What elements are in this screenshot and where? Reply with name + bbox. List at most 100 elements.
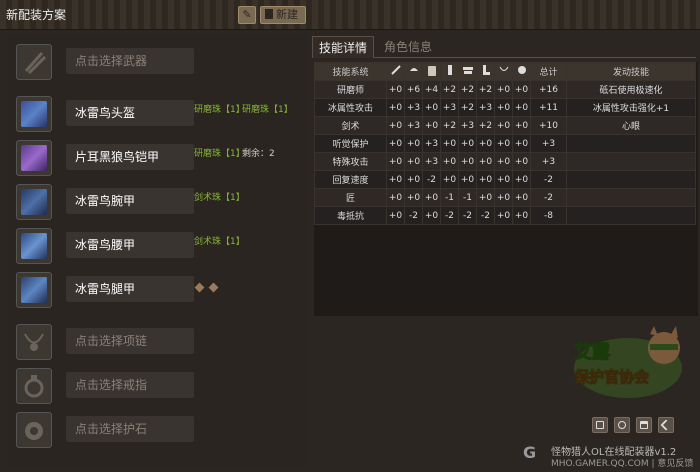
skill-total: +10 — [530, 116, 567, 135]
skill-point: -2 — [440, 206, 459, 225]
necklace-icon — [16, 324, 52, 360]
skill-point: +0 — [440, 170, 459, 189]
brand-link[interactable]: MHO.GAMER.QQ.COM | 意见反馈 — [551, 456, 693, 469]
empty-slot-diamond-icon — [194, 282, 205, 293]
col-active-header: 发动技能 — [566, 62, 696, 81]
skill-point: +0 — [458, 134, 477, 153]
skill-point: +0 — [494, 152, 513, 171]
skill-row: 剑术 +0 +3 +0 +2 +3 +2 +0 +0 +10 心眼 — [314, 116, 696, 135]
delete-button[interactable] — [636, 417, 652, 433]
col-waist-icon — [458, 62, 477, 81]
active-skill: 冰属性攻击强化+1 — [566, 98, 696, 117]
share-icon — [660, 419, 672, 431]
skill-point: +0 — [386, 188, 405, 207]
skill-point: +0 — [512, 188, 531, 207]
skill-point: +2 — [476, 116, 495, 135]
skill-point: +0 — [512, 80, 531, 99]
skill-point: +2 — [458, 98, 477, 117]
skill-point: +0 — [422, 98, 441, 117]
slot-waist[interactable]: 冰雷鸟腰甲 剑术珠【1】 — [8, 226, 302, 266]
skill-point: +0 — [422, 116, 441, 135]
skill-point: -1 — [458, 188, 477, 207]
felyne-protector-logo: 艾露 保护官协会 — [566, 324, 690, 404]
skill-row: 毒抵抗 +0 -2 +0 -2 -2 -2 +0 +0 -8 — [314, 206, 696, 225]
skill-name: 剑术 — [314, 116, 387, 135]
skill-point: +0 — [476, 134, 495, 153]
slot-name: 冰雷鸟头盔 — [66, 100, 194, 126]
slot-helmet[interactable]: 冰雷鸟头盔 研磨珠【1】 研磨珠【1】 — [8, 94, 302, 134]
col-charm-icon — [512, 62, 531, 81]
skill-point: +0 — [386, 116, 405, 135]
skill-point: +0 — [512, 98, 531, 117]
weapon-slot-icon — [16, 44, 52, 80]
skill-point: +0 — [404, 188, 423, 207]
skill-row: 特殊攻击 +0 +0 +3 +0 +0 +0 +0 +0 +3 — [314, 152, 696, 171]
skill-point: +0 — [512, 206, 531, 225]
slot-name: 冰雷鸟腿甲 — [66, 276, 194, 302]
save-button[interactable] — [592, 417, 608, 433]
slot-legs[interactable]: 冰雷鸟腿甲 — [8, 270, 302, 310]
skill-point: +0 — [476, 188, 495, 207]
col-helmet-icon — [404, 62, 423, 81]
skill-point: +0 — [386, 206, 405, 225]
decoration-label: 研磨珠【1】 — [242, 105, 293, 115]
active-skill: 心眼 — [566, 116, 696, 135]
slot-necklace[interactable]: 点击选择项链 — [8, 322, 302, 362]
skills-table: 技能系统 总计 发动技能 研磨师 +0 +6 +4 +2 +2 +2 +0 +0 +16 砥石使用极… — [314, 62, 696, 225]
remaining-slots: 剩余：2 — [242, 149, 275, 159]
skill-point: -2 — [404, 206, 423, 225]
refresh-icon — [618, 421, 626, 429]
slot-name: 冰雷鸟腰甲 — [66, 232, 194, 258]
slot-ring[interactable]: 点击选择戒指 — [8, 366, 302, 406]
slot-weapon[interactable]: 点击选择武器 — [8, 42, 302, 82]
col-total-header: 总计 — [530, 62, 567, 81]
skill-name: 研磨师 — [314, 80, 387, 99]
skill-point: +0 — [404, 134, 423, 153]
active-skill — [566, 134, 696, 153]
edit-button[interactable]: ✎ — [238, 6, 256, 24]
slot-name: 点击选择项链 — [66, 328, 194, 354]
slot-charm[interactable]: 点击选择护石 — [8, 410, 302, 450]
header-bar: 新配装方案 ✎ 新建 — [0, 0, 700, 30]
pencil-icon: ✎ — [242, 8, 252, 21]
skill-name: 毒抵抗 — [314, 206, 387, 225]
skill-row: 研磨师 +0 +6 +4 +2 +2 +2 +0 +0 +16 砥石使用极速化 — [314, 80, 696, 99]
skill-point: +3 — [440, 98, 459, 117]
tab-character-info[interactable]: 角色信息 — [378, 36, 438, 58]
slot-chest[interactable]: 片耳黑狼鸟铠甲 研磨珠【1】 剩余：2 — [8, 138, 302, 178]
skill-row: 冰属性攻击 +0 +3 +0 +3 +2 +3 +0 +0 +11 冰属性攻击强化+1 — [314, 98, 696, 117]
refresh-button[interactable] — [614, 417, 630, 433]
slot-name: 点击选择武器 — [66, 48, 194, 74]
active-skill — [566, 206, 696, 225]
col-arms-icon — [440, 62, 459, 81]
decoration-label: 剑术珠【1】 — [194, 193, 245, 203]
new-button[interactable]: 新建 — [260, 6, 306, 24]
share-button[interactable] — [658, 417, 674, 433]
document-icon — [265, 9, 273, 19]
col-chest-icon — [422, 62, 441, 81]
skill-point: +3 — [404, 98, 423, 117]
col-legs-icon — [476, 62, 495, 81]
trash-icon — [640, 421, 648, 429]
skill-point: +0 — [386, 134, 405, 153]
skill-point: +0 — [386, 80, 405, 99]
tab-skill-details[interactable]: 技能详情 — [312, 36, 375, 58]
brand-footer: G 怪物猎人OL在线配装器v1.2 MHO.GAMER.QQ.COM | 意见反… — [523, 443, 699, 470]
skill-point: +3 — [422, 134, 441, 153]
leg-armor-icon — [16, 272, 52, 308]
arm-armor-icon — [16, 184, 52, 220]
skill-point: +0 — [512, 170, 531, 189]
skill-row: 匠 +0 +0 +0 -1 -1 +0 +0 +0 -2 — [314, 188, 696, 207]
skill-name: 匠 — [314, 188, 387, 207]
skill-point: +0 — [458, 152, 477, 171]
skills-table-panel: 技能系统 总计 发动技能 研磨师 +0 +6 +4 +2 +2 +2 +0 +0 +16 砥石使用极… — [314, 62, 698, 316]
skill-point: -2 — [476, 206, 495, 225]
skill-point: +0 — [476, 152, 495, 171]
save-icon — [596, 421, 604, 429]
skill-point: -2 — [422, 170, 441, 189]
skill-total: +16 — [530, 80, 567, 99]
decoration-label: 研磨珠【1】 — [194, 105, 245, 115]
slot-arms[interactable]: 冰雷鸟腕甲 剑术珠【1】 — [8, 182, 302, 222]
slot-name: 点击选择戒指 — [66, 372, 194, 398]
col-necklace-icon — [494, 62, 513, 81]
